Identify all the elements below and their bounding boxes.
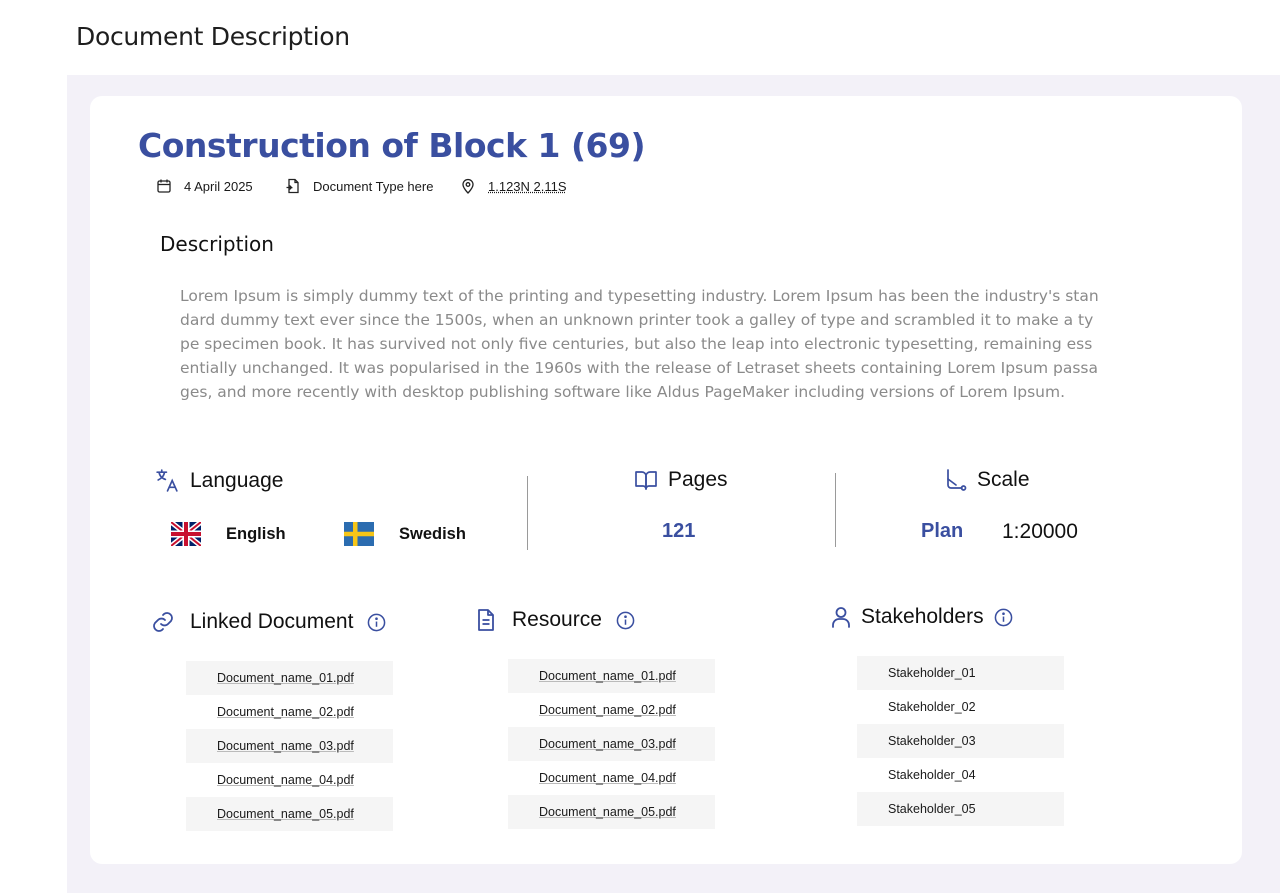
resource-label: Resource <box>512 608 602 631</box>
pages-label: Pages <box>668 468 728 491</box>
list-item[interactable]: Document_name_05.pdf <box>508 795 715 829</box>
calendar-icon <box>157 179 171 193</box>
document-title: Construction of Block 1 (69) <box>138 126 646 165</box>
list-item[interactable]: Document_name_03.pdf <box>186 729 393 763</box>
description-heading: Description <box>160 232 274 256</box>
list-item[interactable]: Document_name_02.pdf <box>186 695 393 729</box>
list-item[interactable]: Document_name_03.pdf <box>508 727 715 761</box>
sweden-flag-icon <box>344 522 374 546</box>
resource-list: Document_name_01.pdf Document_name_02.pd… <box>508 659 715 829</box>
language-english: English <box>171 522 286 546</box>
pages-value: 121 <box>662 520 696 542</box>
linked-document-list: Document_name_01.pdf Document_name_02.pd… <box>186 661 393 831</box>
meta-location[interactable]: 1.123N 2.11S <box>460 178 567 194</box>
document-coordinates[interactable]: 1.123N 2.11S <box>488 179 567 194</box>
scale-label: Scale <box>977 468 1030 491</box>
linked-document-heading: Linked Document <box>151 610 386 634</box>
pages-heading: Pages <box>634 468 728 492</box>
meta-type: Document Type here <box>285 178 433 194</box>
document-card: Construction of Block 1 (69) 4 April 202… <box>90 96 1242 864</box>
user-icon <box>832 607 850 628</box>
list-item[interactable]: Stakeholder_03 <box>857 724 1064 758</box>
description-text: Lorem Ipsum is simply dummy text of the … <box>180 287 1099 401</box>
info-icon[interactable] <box>616 611 635 630</box>
list-item[interactable]: Stakeholder_04 <box>857 758 1064 792</box>
list-item[interactable]: Document_name_02.pdf <box>508 693 715 727</box>
scale-axis-icon <box>947 469 967 491</box>
list-item[interactable]: Document_name_01.pdf <box>186 661 393 695</box>
info-icon[interactable] <box>994 608 1013 627</box>
scale-heading: Scale <box>945 468 1030 492</box>
language-label: Language <box>190 468 284 492</box>
document-date: 4 April 2025 <box>184 178 253 194</box>
language-heading: Language <box>155 468 283 493</box>
stakeholders-list: Stakeholder_01 Stakeholder_02 Stakeholde… <box>857 656 1064 826</box>
linked-document-label: Linked Document <box>190 610 354 633</box>
translate-icon <box>156 469 178 492</box>
divider <box>527 476 528 550</box>
stakeholders-label: Stakeholders <box>861 605 984 628</box>
scale-value: 1:20000 <box>1002 520 1078 543</box>
document-type: Document Type here <box>313 178 434 194</box>
document-type-icon <box>286 178 299 194</box>
list-item[interactable]: Document_name_04.pdf <box>186 763 393 797</box>
location-pin-icon <box>462 178 474 194</box>
language-swedish: Swedish <box>344 522 466 546</box>
divider <box>835 473 836 547</box>
list-item[interactable]: Stakeholder_05 <box>857 792 1064 826</box>
link-icon <box>153 612 173 632</box>
list-item[interactable]: Document_name_04.pdf <box>508 761 715 795</box>
page-title: Document Description <box>76 22 350 51</box>
list-item[interactable]: Stakeholder_02 <box>857 690 1064 724</box>
list-item[interactable]: Stakeholder_01 <box>857 656 1064 690</box>
info-icon[interactable] <box>367 613 386 632</box>
stakeholders-heading: Stakeholders <box>830 605 1013 629</box>
meta-date: 4 April 2025 <box>156 178 253 194</box>
book-icon <box>635 471 657 490</box>
resource-heading: Resource <box>474 608 635 632</box>
scale-type: Plan <box>921 520 964 542</box>
list-item[interactable]: Document_name_05.pdf <box>186 797 393 831</box>
file-icon <box>478 609 494 631</box>
language-english-label: English <box>226 524 286 543</box>
list-item[interactable]: Document_name_01.pdf <box>508 659 715 693</box>
language-swedish-label: Swedish <box>399 524 466 543</box>
uk-flag-icon <box>171 522 201 546</box>
